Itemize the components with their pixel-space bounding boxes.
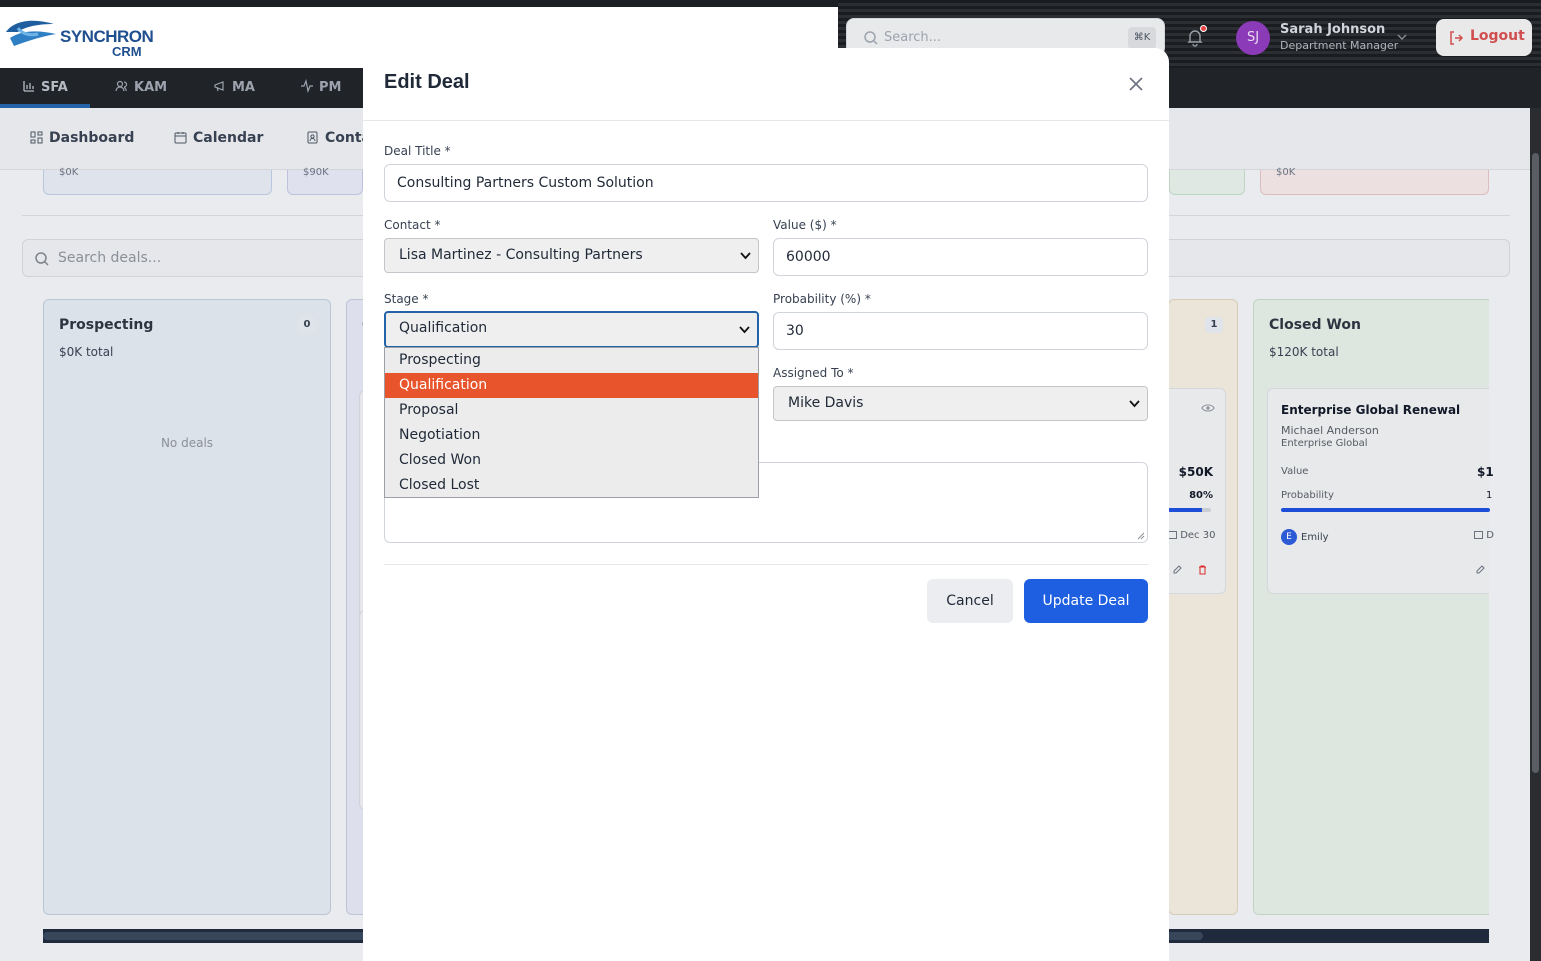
value-label: Value ($) *: [773, 218, 837, 232]
cancel-button[interactable]: Cancel: [927, 579, 1013, 623]
chevron-down-icon: [740, 252, 751, 260]
chevron-down-icon: [739, 326, 750, 334]
contact-select[interactable]: Lisa Martinez - Consulting Partners: [384, 238, 759, 273]
deal-title-label: Deal Title *: [384, 144, 451, 158]
stage-option-proposal[interactable]: Proposal: [385, 398, 758, 423]
stage-option-closed-lost[interactable]: Closed Lost: [385, 473, 758, 498]
assigned-label: Assigned To *: [773, 366, 854, 380]
stage-option-negotiation[interactable]: Negotiation: [385, 423, 758, 448]
stage-dropdown-list: Prospecting Qualification Proposal Negot…: [384, 347, 759, 498]
value-input[interactable]: 60000: [773, 238, 1148, 276]
resize-grip-icon[interactable]: [1137, 532, 1145, 540]
chevron-down-icon: [1129, 400, 1140, 408]
contact-select-value: Lisa Martinez - Consulting Partners: [399, 247, 643, 263]
probability-input[interactable]: 30: [773, 312, 1148, 350]
modal-footer-divider: [384, 564, 1148, 565]
probability-label: Probability (%) *: [773, 292, 871, 306]
modal-header-divider: [363, 120, 1169, 121]
stage-label: Stage *: [384, 292, 429, 306]
deal-title-input[interactable]: Consulting Partners Custom Solution: [384, 164, 1148, 202]
stage-select-value: Qualification: [399, 320, 488, 336]
contact-label: Contact *: [384, 218, 441, 232]
stage-option-qualification[interactable]: Qualification: [385, 373, 758, 398]
stage-option-prospecting[interactable]: Prospecting: [385, 348, 758, 373]
stage-select[interactable]: Qualification: [384, 311, 759, 348]
modal-title: Edit Deal: [384, 71, 470, 93]
edit-deal-modal: Edit Deal Deal Title * Consulting Partne…: [363, 48, 1169, 961]
stage-option-closed-won[interactable]: Closed Won: [385, 448, 758, 473]
update-deal-button[interactable]: Update Deal: [1024, 579, 1148, 623]
assigned-select[interactable]: Mike Davis: [773, 386, 1148, 421]
close-icon[interactable]: [1127, 75, 1145, 93]
assigned-select-value: Mike Davis: [788, 395, 864, 411]
